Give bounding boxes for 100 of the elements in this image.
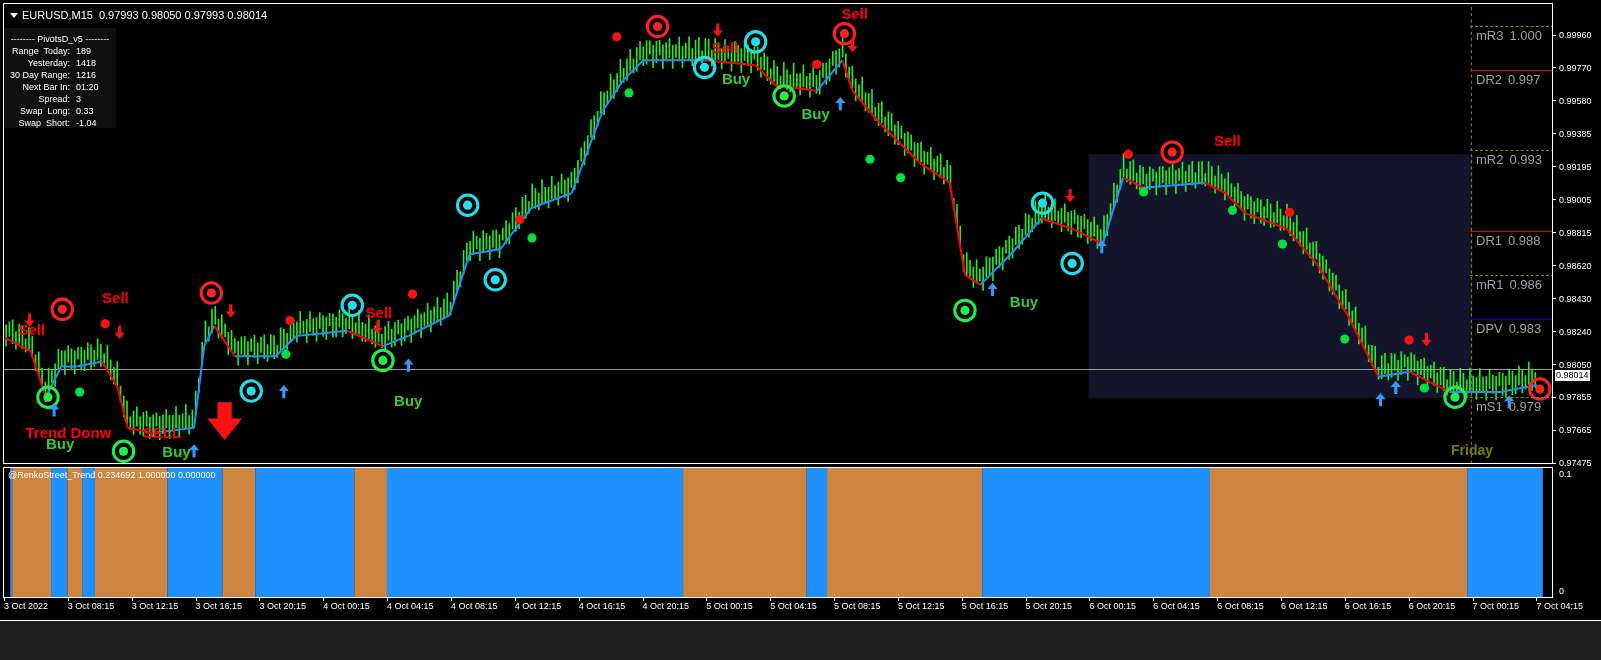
price-tick-label: 0.99005 bbox=[1559, 194, 1592, 205]
info-title: -------- PivotsD_v5 -------- bbox=[10, 33, 110, 45]
up-arrow-icon bbox=[1096, 239, 1107, 254]
time-tick-label: 5 Oct 04:15 bbox=[770, 601, 817, 611]
up-arrow-icon bbox=[49, 403, 60, 417]
info-value: -1.04 bbox=[76, 117, 97, 129]
signal-label: Sell bbox=[102, 289, 129, 306]
target-ring-icon bbox=[1060, 251, 1084, 276]
up-arrow-icon bbox=[987, 282, 998, 297]
target-ring-icon bbox=[743, 30, 768, 54]
dot-marker bbox=[75, 387, 85, 397]
info-value: 01:20 bbox=[76, 81, 99, 93]
target-ring-icon bbox=[36, 385, 60, 409]
info-value: 1216 bbox=[76, 69, 97, 81]
target-ring-icon bbox=[50, 297, 75, 322]
dot-marker bbox=[1123, 149, 1133, 159]
time-tick-label: 4 Oct 12:15 bbox=[514, 601, 562, 611]
target-ring-icon bbox=[199, 281, 224, 305]
time-tick-label: 5 Oct 00:15 bbox=[706, 601, 753, 611]
signal-label: Sell bbox=[365, 305, 393, 322]
price-tick-label: 0.98050 bbox=[1559, 359, 1592, 370]
dot-marker bbox=[896, 173, 906, 183]
time-tick-label: 6 Oct 08:15 bbox=[1217, 601, 1264, 611]
time-tick-label: 4 Oct 00:15 bbox=[323, 601, 370, 611]
info-value: 1418 bbox=[76, 57, 97, 69]
pivot-value: 0.997 bbox=[1508, 71, 1541, 90]
time-tick-label: 6 Oct 04:15 bbox=[1153, 601, 1200, 611]
time-tick-label: 4 Oct 08:15 bbox=[450, 601, 498, 611]
dot-marker bbox=[281, 349, 291, 359]
pivot-label: DPV bbox=[1476, 319, 1503, 338]
price-tick-label: 0.97855 bbox=[1559, 392, 1592, 403]
dot-marker bbox=[527, 233, 537, 243]
time-tick-label: 6 Oct 12:15 bbox=[1281, 601, 1328, 611]
price-tick-label: 0.99195 bbox=[1559, 161, 1592, 172]
time-tick-label: 6 Oct 00:15 bbox=[1089, 601, 1136, 611]
dot-marker bbox=[1227, 205, 1238, 215]
day-label: Friday bbox=[1451, 442, 1493, 459]
dot-marker bbox=[1340, 334, 1350, 344]
signal-label: Buy bbox=[721, 71, 751, 88]
target-ring-icon bbox=[371, 348, 395, 373]
dropdown-caret-icon[interactable] bbox=[10, 12, 18, 18]
info-value: 3 bbox=[76, 93, 81, 105]
time-tick-label: 4 Oct 04:15 bbox=[387, 601, 434, 611]
up-arrow-icon bbox=[278, 384, 289, 399]
target-ring-icon bbox=[239, 379, 263, 403]
up-arrow-icon bbox=[403, 358, 414, 372]
chart-symbol: EURUSD,M15 bbox=[22, 8, 93, 23]
up-arrow-icon bbox=[835, 97, 846, 111]
current-price-tag: 0.98014 bbox=[1555, 370, 1590, 381]
target-ring-icon bbox=[953, 298, 977, 323]
price-tick-label: 0.98815 bbox=[1559, 227, 1592, 238]
pivot-label: DR1 bbox=[1476, 231, 1502, 250]
time-tick-label: 3 Oct 08:15 bbox=[67, 601, 115, 611]
dot-marker bbox=[1419, 383, 1429, 393]
up-arrow-icon bbox=[1375, 393, 1386, 407]
target-ring-icon bbox=[483, 268, 507, 292]
target-ring-icon bbox=[1528, 377, 1552, 401]
down-arrow-icon bbox=[847, 38, 858, 53]
dot-marker bbox=[407, 289, 418, 299]
info-label: Yesterday: bbox=[26, 57, 70, 69]
price-tick-label: 0.99770 bbox=[1559, 62, 1592, 73]
indicator-tick-label: 0.1 bbox=[1559, 469, 1573, 479]
price-tick-label: 0.99960 bbox=[1559, 30, 1592, 40]
down-arrow-icon bbox=[114, 325, 125, 339]
time-tick-label: 3 Oct 20:15 bbox=[259, 601, 306, 611]
chart-ohlc: 0.97993 0.98050 0.97993 0.98014 bbox=[98, 8, 268, 23]
dot-marker bbox=[612, 32, 622, 42]
signal-label: Buy bbox=[801, 106, 830, 123]
target-ring-icon bbox=[1443, 385, 1467, 409]
time-tick-label: 5 Oct 12:15 bbox=[897, 601, 945, 611]
price-tick-label: 0.97475 bbox=[1559, 458, 1592, 469]
down-arrow-icon bbox=[372, 320, 383, 334]
dot-marker bbox=[865, 154, 875, 164]
pivot-label: mR3 bbox=[1476, 26, 1504, 45]
info-label: Swap Long: bbox=[18, 105, 70, 117]
info-label: Swap Short: bbox=[17, 117, 70, 129]
target-ring-icon bbox=[340, 293, 364, 317]
dot-marker bbox=[1277, 239, 1288, 249]
time-tick-label: 3 Oct 2022 bbox=[4, 601, 49, 611]
signal-label: Sell bbox=[1214, 132, 1241, 149]
info-value: 189 bbox=[76, 45, 92, 57]
time-tick-label: 5 Oct 16:15 bbox=[961, 601, 1009, 611]
target-ring-icon bbox=[1160, 140, 1184, 164]
pivot-label: mS1 bbox=[1476, 398, 1503, 417]
target-ring-icon bbox=[832, 21, 857, 46]
dot-marker bbox=[1139, 187, 1149, 197]
indicator-tick-label: 0 bbox=[1559, 586, 1565, 596]
price-tick-label: 0.98430 bbox=[1559, 293, 1592, 304]
pivot-value: 0.983 bbox=[1508, 319, 1542, 338]
pivot-value: 0.988 bbox=[1508, 231, 1541, 250]
price-tick-label: 0.97665 bbox=[1559, 425, 1592, 436]
target-ring-icon bbox=[1030, 191, 1055, 215]
dot-marker bbox=[624, 88, 634, 98]
dot-marker bbox=[1404, 335, 1414, 345]
down-arrow-icon bbox=[1421, 332, 1432, 347]
pivot-value: 0.979 bbox=[1508, 398, 1542, 417]
time-tick-label: 4 Oct 16:15 bbox=[578, 601, 626, 611]
target-ring-icon bbox=[455, 193, 480, 217]
time-tick-label: 4 Oct 20:15 bbox=[642, 601, 690, 611]
time-tick-label: 7 Oct 04:15 bbox=[1536, 601, 1583, 611]
